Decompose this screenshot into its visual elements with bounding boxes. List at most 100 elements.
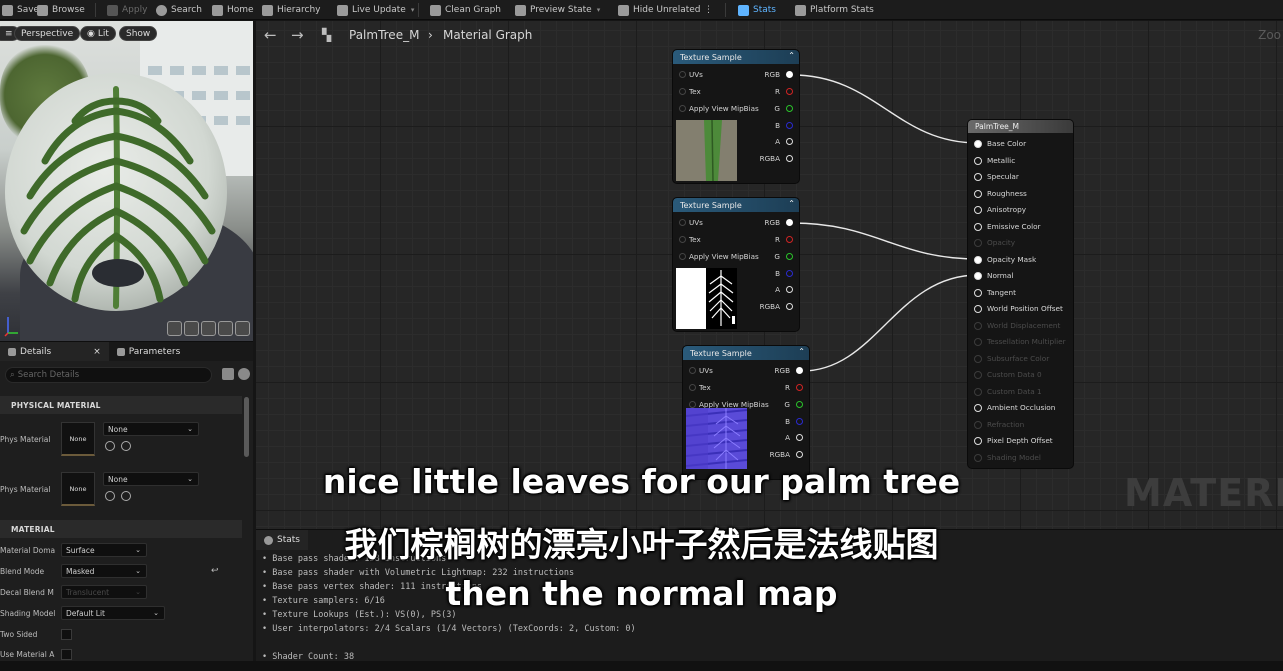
phys-material-thumbnail[interactable]: None <box>61 422 95 456</box>
material-input-pin[interactable] <box>974 437 982 445</box>
hide-unrelated-button[interactable]: Hide Unrelated <box>618 0 701 20</box>
palm-leaf-preview <box>20 86 216 309</box>
material-input-pin[interactable] <box>974 206 982 214</box>
output-pin[interactable] <box>796 451 803 458</box>
lit-button[interactable]: ◉ Lit <box>80 26 116 41</box>
material-input-pin[interactable] <box>974 156 982 165</box>
output-pin[interactable] <box>796 384 803 391</box>
live-update-button[interactable]: Live Update ▾ <box>337 0 414 20</box>
table-view-icon[interactable] <box>222 368 234 380</box>
chevron-up-icon[interactable]: ⌃ <box>788 199 795 208</box>
more-options-button[interactable]: ⋮ <box>704 0 713 20</box>
browse-search-icon[interactable] <box>121 441 131 451</box>
output-pin[interactable] <box>786 155 793 162</box>
apply-button[interactable]: Apply <box>107 0 147 20</box>
output-pin[interactable] <box>786 236 793 243</box>
material-input-pin[interactable] <box>974 354 982 363</box>
material-input-pin[interactable] <box>974 255 982 264</box>
input-pin[interactable] <box>679 88 686 95</box>
output-pin[interactable] <box>786 122 793 129</box>
tab-parameters[interactable]: Parameters <box>109 342 189 361</box>
main-toolbar: Save Browse Apply Search Home Hierarchy … <box>0 0 1283 20</box>
cube-icon[interactable] <box>218 321 233 336</box>
use-material-attributes-checkbox[interactable] <box>61 649 72 660</box>
tab-details[interactable]: Details × <box>0 342 109 361</box>
teapot-icon[interactable] <box>235 321 250 336</box>
hierarchy-button[interactable]: Hierarchy <box>262 0 321 20</box>
output-pin[interactable] <box>786 105 793 112</box>
clean-graph-button[interactable]: Clean Graph <box>430 0 501 20</box>
pin-label: B <box>785 417 790 426</box>
input-pin[interactable] <box>689 401 696 408</box>
material-input-pin[interactable] <box>974 288 982 297</box>
material-pin-label: Subsurface Color <box>987 353 1050 363</box>
texture-sample-node[interactable]: Texture Sample ⌃ UVs Tex Apply View MipBi… <box>673 50 799 183</box>
output-pin[interactable] <box>796 367 803 374</box>
material-input-pin[interactable] <box>974 371 982 379</box>
output-pin[interactable] <box>796 401 803 408</box>
input-pin[interactable] <box>679 71 686 78</box>
output-pin[interactable] <box>796 434 803 441</box>
material-input-pin[interactable] <box>974 140 982 148</box>
input-pin[interactable] <box>689 367 696 374</box>
home-button[interactable]: Home <box>212 0 254 20</box>
settings-icon[interactable] <box>238 368 250 380</box>
material-input-pin[interactable] <box>974 338 982 346</box>
input-pin[interactable] <box>679 219 686 226</box>
material-input-pin[interactable] <box>974 305 982 313</box>
section-physical-material[interactable]: PHYSICAL MATERIAL <box>0 396 242 414</box>
chevron-up-icon[interactable]: ⌃ <box>788 51 795 60</box>
pin-label: A <box>775 285 780 294</box>
material-pin-label: Tangent <box>987 287 1016 297</box>
show-button[interactable]: Show <box>119 26 158 41</box>
material-input-pin[interactable] <box>974 239 982 247</box>
output-pin[interactable] <box>786 71 793 78</box>
material-output-node[interactable]: PalmTree_M Base Color Metallic Specular Rou… <box>968 120 1073 468</box>
details-scrollbar[interactable] <box>244 397 249 457</box>
details-search-input[interactable]: ⌕ Search Details <box>5 367 212 383</box>
material-preview-viewport[interactable]: ≡ Perspective ◉ Lit Show <box>0 21 253 341</box>
plane-icon[interactable] <box>201 321 216 336</box>
perspective-button[interactable]: Perspective <box>14 26 81 41</box>
phys-material-dropdown[interactable]: None ⌄ <box>103 422 199 436</box>
output-pin[interactable] <box>786 270 793 277</box>
input-pin[interactable] <box>679 253 686 260</box>
output-pin[interactable] <box>786 138 793 145</box>
output-pin[interactable] <box>786 219 793 226</box>
sphere-icon[interactable] <box>184 321 199 336</box>
material-input-pin[interactable] <box>974 420 982 429</box>
material-input-pin[interactable] <box>974 189 982 198</box>
material-input-pin[interactable] <box>974 453 982 462</box>
material-input-pin[interactable] <box>974 387 982 396</box>
material-input-pin[interactable] <box>974 321 982 330</box>
input-pin[interactable] <box>679 105 686 112</box>
pin-label: A <box>775 137 780 146</box>
input-pin[interactable] <box>689 384 696 391</box>
close-icon[interactable]: × <box>93 347 101 357</box>
chevron-down-icon: ▾ <box>596 6 601 14</box>
search-button[interactable]: Search <box>156 0 202 20</box>
output-pin[interactable] <box>796 418 803 425</box>
browse-button[interactable]: Browse <box>37 0 85 20</box>
texture-sample-node[interactable]: Texture Sample ⌃ UVs Tex Apply View MipBi… <box>683 346 809 479</box>
texture-sample-node[interactable]: Texture Sample ⌃ UVs Tex Apply View MipBi… <box>673 198 799 331</box>
material-graph-canvas[interactable]: ← → ▚ PalmTree_M › Material Graph Zoo MA… <box>256 21 1283 529</box>
material-input-pin[interactable] <box>974 173 982 181</box>
use-selected-icon[interactable] <box>105 441 115 451</box>
input-pin[interactable] <box>679 236 686 243</box>
material-input-pin[interactable] <box>974 222 982 231</box>
platform-stats-button[interactable]: Platform Stats <box>795 0 874 20</box>
material-input-pin[interactable] <box>974 272 982 280</box>
output-pin[interactable] <box>786 88 793 95</box>
stats-button[interactable]: Stats <box>738 0 776 20</box>
material-input-pin[interactable] <box>974 404 982 412</box>
output-pin[interactable] <box>786 286 793 293</box>
chevron-up-icon[interactable]: ⌃ <box>798 347 805 356</box>
hide-icon <box>618 4 629 16</box>
output-pin[interactable] <box>786 303 793 310</box>
save-button[interactable]: Save <box>2 0 39 20</box>
two-sided-checkbox[interactable] <box>61 629 72 640</box>
preview-state-button[interactable]: Preview State ▾ <box>515 0 600 20</box>
output-pin[interactable] <box>786 253 793 260</box>
cylinder-icon[interactable] <box>167 321 182 336</box>
